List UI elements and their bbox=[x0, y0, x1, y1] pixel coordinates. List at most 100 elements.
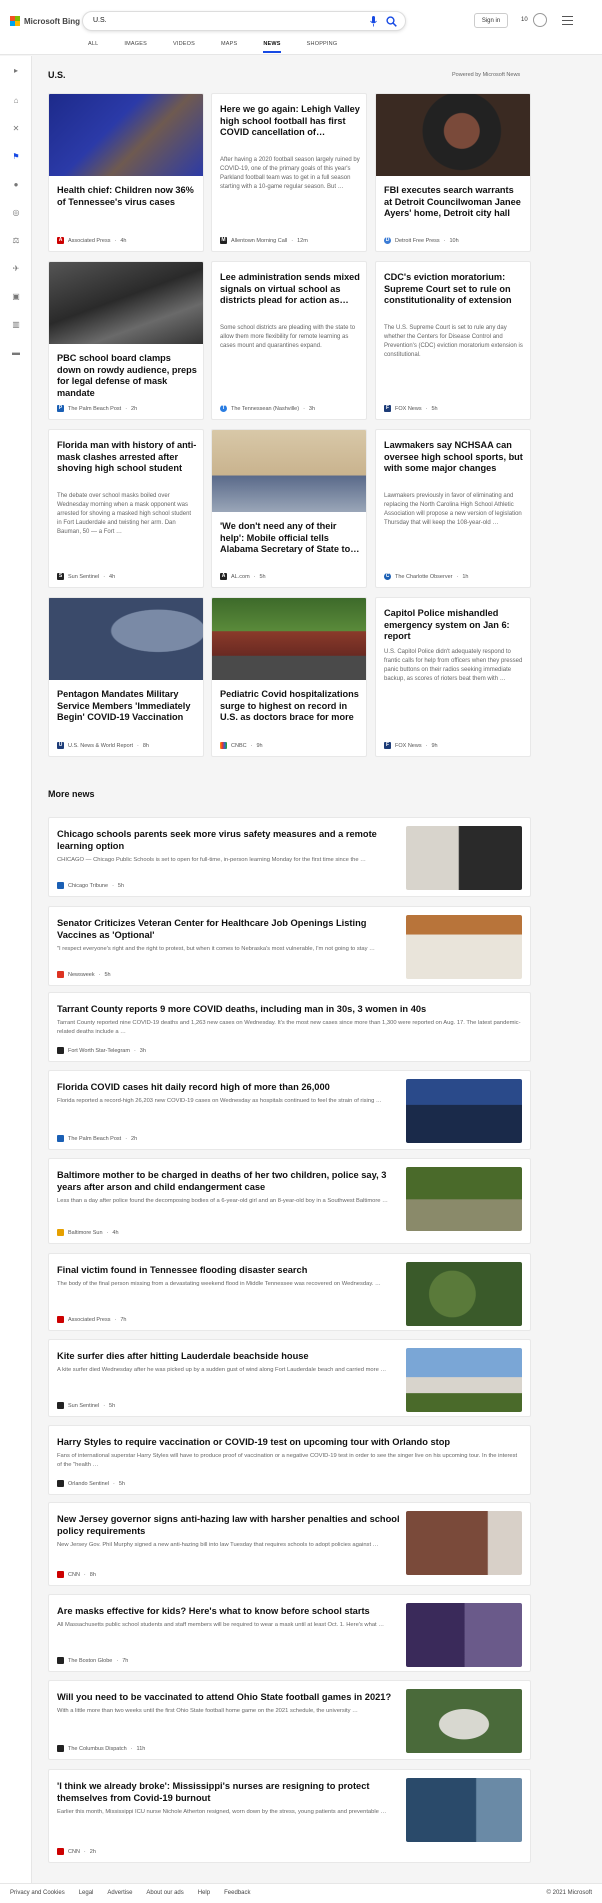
news-title[interactable]: Kite surfer dies after hitting Lauderdal… bbox=[57, 1350, 407, 1362]
card-title[interactable]: Capitol Police mishandled emergency syst… bbox=[384, 608, 524, 643]
news-card[interactable]: Here we go again: Lehigh Valley high sch… bbox=[211, 93, 367, 252]
search-input[interactable]: U.S. bbox=[93, 17, 107, 24]
card-title[interactable]: Florida man with history of anti-mask cl… bbox=[57, 440, 197, 475]
politics-icon[interactable]: ⚖ bbox=[11, 236, 21, 246]
news-image[interactable] bbox=[406, 915, 522, 979]
tab-videos[interactable]: VIDEOS bbox=[173, 41, 195, 53]
source-logo-icon bbox=[57, 1848, 64, 1855]
news-image[interactable] bbox=[406, 826, 522, 890]
news-list-item[interactable]: Baltimore mother to be charged in deaths… bbox=[48, 1158, 531, 1244]
news-card[interactable]: Pentagon Mandates Military Service Membe… bbox=[48, 597, 204, 757]
news-title[interactable]: Are masks effective for kids? Here's wha… bbox=[57, 1605, 407, 1617]
money-icon[interactable]: ▬ bbox=[11, 348, 21, 358]
source-time: 12m bbox=[297, 237, 308, 244]
news-card[interactable]: PBC school board clamps down on rowdy au… bbox=[48, 261, 204, 420]
news-list-item[interactable]: Senator Criticizes Veteran Center for He… bbox=[48, 906, 531, 986]
search-icon[interactable] bbox=[386, 16, 397, 27]
news-title[interactable]: Florida COVID cases hit daily record hig… bbox=[57, 1081, 407, 1093]
card-title[interactable]: 'We don't need any of their help': Mobil… bbox=[220, 521, 360, 556]
news-card[interactable]: FBI executes search warrants at Detroit … bbox=[375, 93, 531, 252]
news-title[interactable]: 'I think we already broke': Mississippi'… bbox=[57, 1780, 407, 1804]
search-box[interactable]: U.S. bbox=[82, 11, 406, 31]
news-title[interactable]: Final victim found in Tennessee flooding… bbox=[57, 1264, 407, 1276]
card-title[interactable]: Lee administration sends mixed signals o… bbox=[220, 272, 360, 307]
card-title[interactable]: Pentagon Mandates Military Service Membe… bbox=[57, 689, 197, 724]
news-list-item[interactable]: Harry Styles to require vaccination or C… bbox=[48, 1425, 531, 1495]
news-list-item[interactable]: Will you need to be vaccinated to attend… bbox=[48, 1680, 531, 1760]
news-title[interactable]: Baltimore mother to be charged in deaths… bbox=[57, 1169, 407, 1193]
news-image[interactable] bbox=[406, 1511, 522, 1575]
news-image[interactable] bbox=[406, 1603, 522, 1667]
news-list-item[interactable]: Final victim found in Tennessee flooding… bbox=[48, 1253, 531, 1331]
tech-icon[interactable]: ▣ bbox=[11, 292, 21, 302]
world-icon[interactable]: ◎ bbox=[11, 208, 21, 218]
news-card[interactable]: Lee administration sends mixed signals o… bbox=[211, 261, 367, 420]
news-list-item[interactable]: New Jersey governor signs anti-hazing la… bbox=[48, 1502, 531, 1586]
footer-link-feedback[interactable]: Feedback bbox=[224, 1890, 250, 1896]
rewards-points[interactable]: 10 bbox=[521, 17, 528, 23]
card-title[interactable]: Pediatric Covid hospitalizations surge t… bbox=[220, 689, 360, 724]
card-title[interactable]: Here we go again: Lehigh Valley high sch… bbox=[220, 104, 360, 139]
news-list-item[interactable]: Tarrant County reports 9 more COVID deat… bbox=[48, 992, 531, 1062]
news-card[interactable]: Lawmakers say NCHSAA can oversee high sc… bbox=[375, 429, 531, 588]
news-image[interactable] bbox=[406, 1348, 522, 1412]
news-image[interactable] bbox=[406, 1778, 522, 1842]
news-image[interactable] bbox=[406, 1167, 522, 1231]
news-card[interactable]: Pediatric Covid hospitalizations surge t… bbox=[211, 597, 367, 757]
news-list-item[interactable]: Kite surfer dies after hitting Lauderdal… bbox=[48, 1339, 531, 1417]
tab-maps[interactable]: MAPS bbox=[221, 41, 237, 53]
source-name: FOX News bbox=[395, 405, 422, 412]
discover-icon[interactable]: ✕ bbox=[11, 124, 21, 134]
card-title[interactable]: PBC school board clamps down on rowdy au… bbox=[57, 353, 197, 400]
sign-in-button[interactable]: Sign in bbox=[474, 13, 508, 28]
news-title[interactable]: Chicago schools parents seek more virus … bbox=[57, 828, 407, 852]
microsoft-logo-icon bbox=[10, 16, 20, 26]
hamburger-menu-icon[interactable] bbox=[562, 16, 573, 25]
tab-all[interactable]: ALL bbox=[88, 41, 98, 53]
news-list-item[interactable]: 'I think we already broke': Mississippi'… bbox=[48, 1769, 531, 1863]
local-icon[interactable]: ● bbox=[11, 180, 21, 190]
source-logo-icon: S bbox=[57, 573, 64, 580]
footer-link-help[interactable]: Help bbox=[198, 1890, 210, 1896]
expand-icon[interactable]: ▸ bbox=[11, 66, 21, 76]
news-title[interactable]: Harry Styles to require vaccination or C… bbox=[57, 1436, 522, 1448]
news-card[interactable]: CDC's eviction moratorium: Supreme Court… bbox=[375, 261, 531, 420]
news-image[interactable] bbox=[406, 1689, 522, 1753]
news-list-item[interactable]: Florida COVID cases hit daily record hig… bbox=[48, 1070, 531, 1150]
news-image[interactable] bbox=[406, 1262, 522, 1326]
rewards-icon[interactable] bbox=[533, 13, 547, 27]
news-card[interactable]: 'We don't need any of their help': Mobil… bbox=[211, 429, 367, 588]
news-card[interactable]: Florida man with history of anti-mask cl… bbox=[48, 429, 204, 588]
news-title[interactable]: Tarrant County reports 9 more COVID deat… bbox=[57, 1003, 522, 1015]
separator: · bbox=[112, 1480, 115, 1487]
source-time: 4h bbox=[112, 1229, 119, 1236]
tab-news[interactable]: NEWS bbox=[263, 41, 281, 53]
bing-logo[interactable]: Microsoft Bing bbox=[10, 14, 80, 28]
card-title[interactable]: CDC's eviction moratorium: Supreme Court… bbox=[384, 272, 524, 307]
source-name: The Columbus Dispatch bbox=[68, 1745, 127, 1752]
news-image[interactable] bbox=[406, 1079, 522, 1143]
card-title[interactable]: Lawmakers say NCHSAA can oversee high sc… bbox=[384, 440, 524, 475]
news-title[interactable]: Will you need to be vaccinated to attend… bbox=[57, 1691, 407, 1703]
footer-link-advertise[interactable]: Advertise bbox=[107, 1890, 132, 1896]
news-title[interactable]: New Jersey governor signs anti-hazing la… bbox=[57, 1513, 407, 1537]
science-icon[interactable]: ✈ bbox=[11, 264, 21, 274]
news-list-item[interactable]: Are masks effective for kids? Here's wha… bbox=[48, 1594, 531, 1672]
footer-link-legal[interactable]: Legal bbox=[79, 1890, 94, 1896]
card-title[interactable]: Health chief: Children now 36% of Tennes… bbox=[57, 185, 197, 208]
home-icon[interactable]: ⌂ bbox=[11, 96, 21, 106]
tab-images[interactable]: IMAGES bbox=[124, 41, 147, 53]
tab-shopping[interactable]: SHOPPING bbox=[307, 41, 338, 53]
mic-icon[interactable] bbox=[370, 16, 377, 27]
footer: Privacy and Cookies Legal Advertise Abou… bbox=[0, 1883, 602, 1903]
footer-link-privacy[interactable]: Privacy and Cookies bbox=[10, 1890, 65, 1896]
footer-link-about-ads[interactable]: About our ads bbox=[146, 1890, 183, 1896]
card-title[interactable]: FBI executes search warrants at Detroit … bbox=[384, 185, 524, 220]
news-card[interactable]: Health chief: Children now 36% of Tennes… bbox=[48, 93, 204, 252]
news-card[interactable]: Capitol Police mishandled emergency syst… bbox=[375, 597, 531, 757]
business-icon[interactable]: ▥ bbox=[11, 320, 21, 330]
news-title[interactable]: Senator Criticizes Veteran Center for He… bbox=[57, 917, 407, 941]
powered-by[interactable]: Powered by Microsoft News bbox=[452, 72, 520, 78]
us-news-icon[interactable]: ⚑ bbox=[11, 152, 21, 162]
news-list-item[interactable]: Chicago schools parents seek more virus … bbox=[48, 817, 531, 897]
